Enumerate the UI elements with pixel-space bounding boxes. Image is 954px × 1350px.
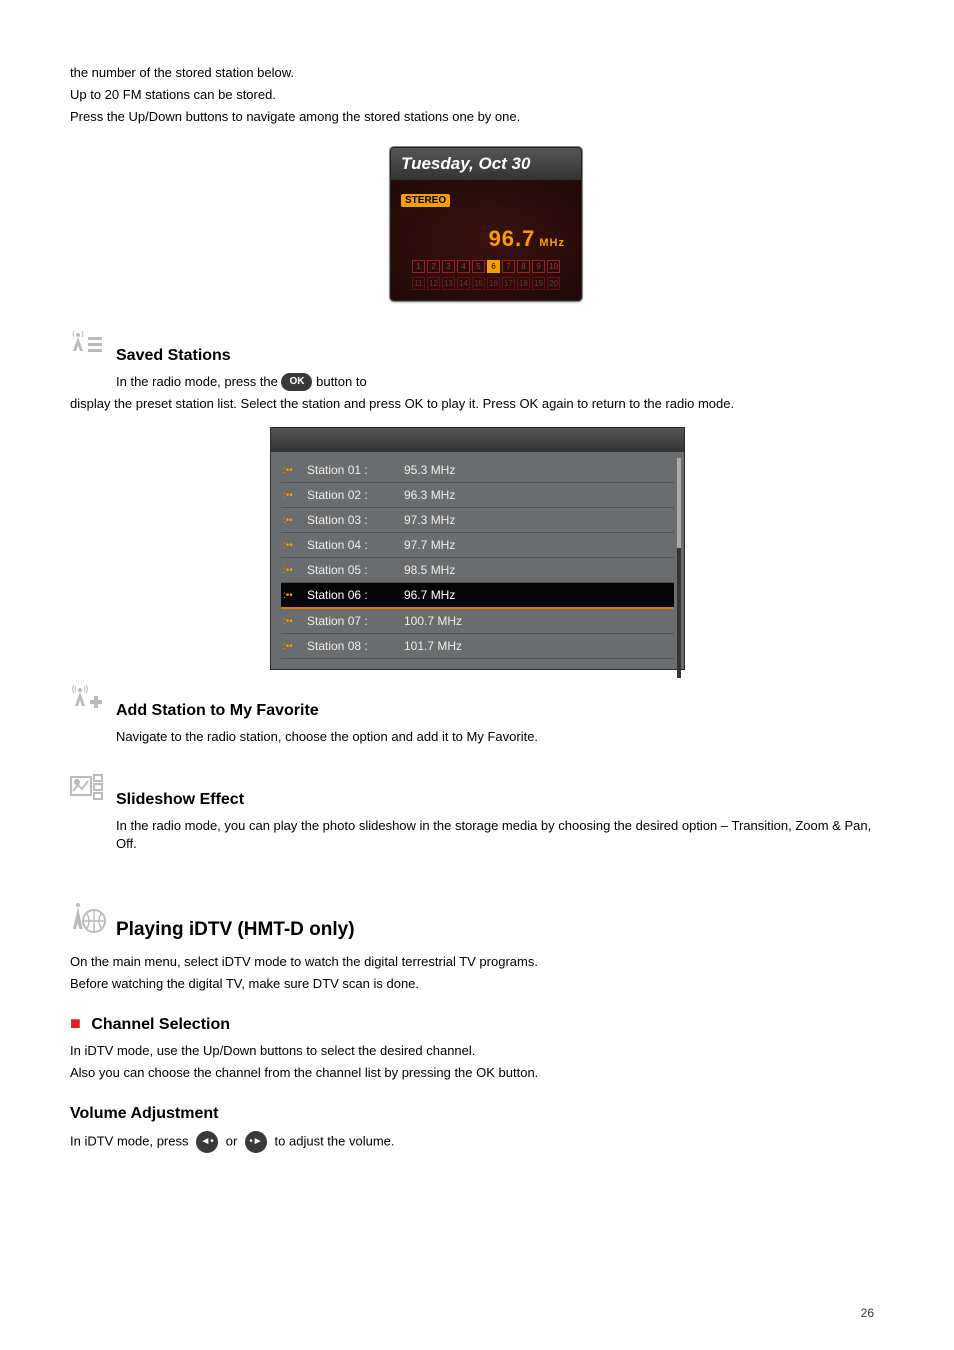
station-list-titlebar [271, 428, 684, 452]
preset-14[interactable]: 14 [457, 277, 470, 290]
preset-12[interactable]: 12 [427, 277, 440, 290]
saved-p2: display the preset station list. Select … [70, 395, 884, 413]
station-freq: 101.7 MHz [404, 639, 462, 653]
preset-18[interactable]: 18 [517, 277, 530, 290]
slideshow-icon [70, 773, 106, 806]
preset-2[interactable]: 2 [427, 260, 440, 273]
station-freq: 95.3 MHz [404, 463, 455, 477]
drag-handle-icon: :•• [283, 616, 295, 627]
station-name: Station 01 : [307, 463, 392, 477]
stereo-badge: STEREO [401, 194, 450, 207]
dtv-heading: Playing iDTV (HMT-D only) [116, 919, 884, 941]
ok-button-graphic: OK [281, 373, 312, 391]
preset-10[interactable]: 10 [547, 260, 560, 273]
frequency-unit: MHz [539, 237, 565, 249]
add-station-heading: Add Station to My Favorite [116, 702, 884, 720]
preset-17[interactable]: 17 [502, 277, 515, 290]
intro-line-2: Up to 20 FM stations can be stored. [70, 86, 884, 104]
station-name: Station 04 : [307, 538, 392, 552]
station-freq: 97.7 MHz [404, 538, 455, 552]
preset-7[interactable]: 7 [502, 260, 515, 273]
drag-handle-icon: :•• [283, 590, 295, 601]
saved-p1a: In the radio mode, press the [116, 374, 281, 389]
station-name: Station 03 : [307, 513, 392, 527]
station-list-panel: :•• Station 01 : 95.3 MHz :•• Station 02 : 96… [270, 427, 685, 670]
preset-1[interactable]: 1 [412, 260, 425, 273]
station-row[interactable]: :•• Station 01 : 95.3 MHz [281, 458, 674, 483]
channel-line2: Also you can choose the channel from the… [70, 1064, 884, 1082]
volume-post: to adjust the volume. [275, 1133, 395, 1148]
preset-row-bottom: 11121314151617181920 [401, 277, 571, 290]
station-row[interactable]: :•• Station 02 : 96.3 MHz [281, 483, 674, 508]
station-name: Station 02 : [307, 488, 392, 502]
scrollbar[interactable] [677, 458, 681, 678]
preset-row-top: 12345678910 [401, 260, 571, 273]
station-row[interactable]: :•• Station 03 : 97.3 MHz [281, 508, 674, 533]
preset-16[interactable]: 16 [487, 277, 500, 290]
intro-line-3: Press the Up/Down buttons to navigate am… [70, 108, 884, 126]
preset-20[interactable]: 20 [547, 277, 560, 290]
station-freq: 96.7 MHz [404, 588, 455, 602]
station-name: Station 06 : [307, 588, 392, 602]
frequency-value: 96.7 [489, 226, 536, 251]
page-number: 26 [861, 1306, 874, 1320]
station-name: Station 07 : [307, 614, 392, 628]
volume-up-icon: •► [245, 1131, 267, 1153]
preset-19[interactable]: 19 [532, 277, 545, 290]
add-station-icon [70, 684, 106, 719]
dtv-icon [70, 901, 106, 940]
radio-display: Tuesday, Oct 30 STEREO 96.7MHz 123456789… [390, 147, 582, 301]
saved-stations-heading: Saved Stations [116, 347, 884, 365]
preset-13[interactable]: 13 [442, 277, 455, 290]
red-square-marker: ■ [70, 1013, 81, 1033]
slideshow-heading: Slideshow Effect [116, 791, 884, 809]
station-freq: 100.7 MHz [404, 614, 462, 628]
channel-line1: In iDTV mode, use the Up/Down buttons to… [70, 1042, 884, 1060]
slideshow-text: In the radio mode, you can play the phot… [116, 817, 884, 853]
volume-pre: In iDTV mode, press [70, 1133, 192, 1148]
station-freq: 97.3 MHz [404, 513, 455, 527]
station-row[interactable]: :•• Station 08 : 101.7 MHz [281, 634, 674, 659]
station-row[interactable]: :•• Station 04 : 97.7 MHz [281, 533, 674, 558]
preset-15[interactable]: 15 [472, 277, 485, 290]
station-freq: 98.5 MHz [404, 563, 455, 577]
station-row[interactable]: :•• Station 06 : 96.7 MHz [281, 583, 674, 609]
station-row[interactable]: :•• Station 07 : 100.7 MHz [281, 609, 674, 634]
drag-handle-icon: :•• [283, 641, 295, 652]
preset-4[interactable]: 4 [457, 260, 470, 273]
volume-heading: Volume Adjustment [70, 1105, 884, 1123]
preset-3[interactable]: 3 [442, 260, 455, 273]
drag-handle-icon: :•• [283, 515, 295, 526]
drag-handle-icon: :•• [283, 565, 295, 576]
drag-handle-icon: :•• [283, 540, 295, 551]
preset-5[interactable]: 5 [472, 260, 485, 273]
preset-9[interactable]: 9 [532, 260, 545, 273]
frequency-display: 96.7MHz [401, 226, 565, 252]
saved-stations-icon [70, 329, 106, 364]
preset-11[interactable]: 11 [412, 277, 425, 290]
station-row[interactable]: :•• Station 05 : 98.5 MHz [281, 558, 674, 583]
radio-date: Tuesday, Oct 30 [391, 148, 581, 180]
preset-6[interactable]: 6 [487, 260, 500, 273]
add-station-text: Navigate to the radio station, choose th… [116, 728, 884, 746]
volume-down-icon: ◄• [196, 1131, 218, 1153]
dtv-line2: Before watching the digital TV, make sur… [70, 975, 884, 993]
drag-handle-icon: :•• [283, 465, 295, 476]
station-name: Station 08 : [307, 639, 392, 653]
scrollbar-thumb[interactable] [677, 458, 681, 548]
intro-line-1: the number of the stored station below. [70, 64, 884, 82]
preset-8[interactable]: 8 [517, 260, 530, 273]
channel-heading: Channel Selection [91, 1016, 230, 1033]
dtv-line1: On the main menu, select iDTV mode to wa… [70, 953, 884, 971]
volume-mid: or [226, 1133, 241, 1148]
drag-handle-icon: :•• [283, 490, 295, 501]
station-freq: 96.3 MHz [404, 488, 455, 502]
saved-p1b: button to [316, 374, 367, 389]
station-name: Station 05 : [307, 563, 392, 577]
